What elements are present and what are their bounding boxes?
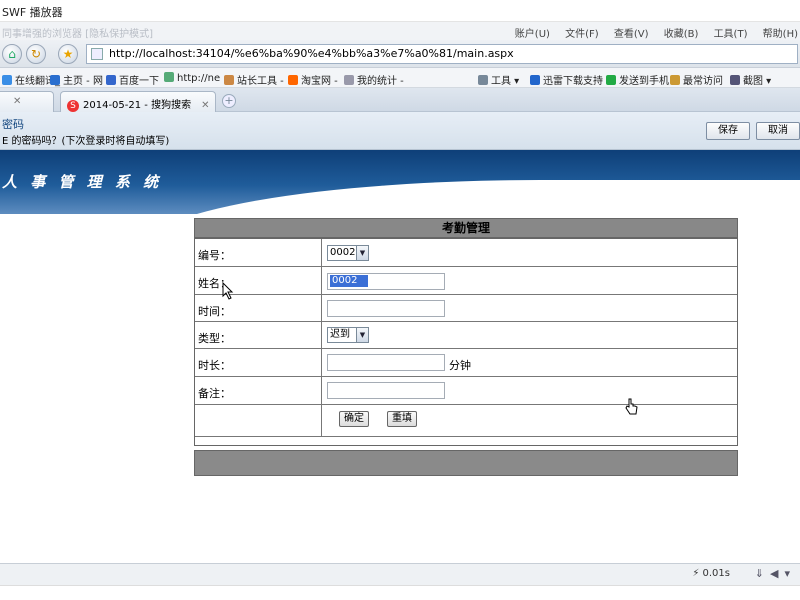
type-select[interactable]: 迟到 ▼ (327, 327, 369, 343)
form-row-name: 姓名： 0002 (195, 267, 737, 295)
duration-unit: 分钟 (449, 359, 471, 372)
page-icon (91, 48, 103, 60)
home-icon[interactable]: ⌂ (2, 44, 22, 64)
name-input[interactable]: 0002 (327, 273, 445, 290)
form-row-time: 时间： (195, 295, 737, 322)
hand-cursor-icon (625, 398, 638, 415)
form-footer (194, 450, 738, 476)
name-input-value: 0002 (330, 275, 368, 287)
sogou-icon (50, 75, 60, 85)
close-icon[interactable]: ✕ (13, 96, 21, 107)
password-save-bar: 密码 E 的密码吗？(下次登录时将自动填写) 保存 取消 (0, 112, 800, 150)
phone-icon (606, 75, 616, 85)
address-bar[interactable]: http://localhost:34104/%e6%ba%90%e4%bb%a… (86, 44, 798, 64)
system-title: 人 事 管 理 系 统 (2, 173, 163, 191)
id-label: 编号： (198, 249, 231, 262)
password-bar-message: E 的密码吗？(下次登录时将自动填写) (2, 136, 170, 147)
duration-input[interactable] (327, 354, 445, 371)
stats-icon (344, 75, 354, 85)
status-bar: ⚡ 0.01s ⇓◀▾ (0, 563, 800, 585)
new-tab-icon[interactable]: + (222, 94, 236, 108)
fav-item-2[interactable]: 百度一下 (106, 72, 159, 87)
thunder-icon (530, 75, 540, 85)
sogou-icon: S (67, 100, 79, 112)
menu-bar: 同事增强的浏览器 [隐私保护模式] 账户(U) 文件(F) 查看(V) 收藏(B… (0, 22, 800, 40)
page-banner: 人 事 管 理 系 统 (0, 150, 800, 214)
fav-item-3[interactable]: http://ne (164, 72, 220, 84)
taobao-icon (288, 75, 298, 85)
type-label: 类型： (198, 332, 231, 345)
mouse-cursor-icon (222, 282, 234, 300)
status-icons: ⇓◀▾ (755, 567, 796, 580)
frequent-icon (670, 75, 680, 85)
fav-item-10[interactable]: 最常访问 (670, 72, 723, 87)
fav-item-5[interactable]: 淘宝网 - (288, 72, 338, 87)
duration-label: 时长： (198, 359, 231, 372)
chevron-down-icon[interactable]: ▼ (356, 328, 368, 342)
taskbar-strip (0, 585, 800, 600)
menu-help[interactable]: 帮助(H) (763, 29, 798, 40)
baidu-icon (106, 75, 116, 85)
menu-tools[interactable]: 工具(T) (714, 29, 748, 40)
form-row-id: 编号： 0002 ▼ (195, 239, 737, 267)
refresh-icon[interactable]: ↻ (26, 44, 46, 64)
remark-input[interactable] (327, 382, 445, 399)
fav-item-1[interactable]: 主页 - 网 (50, 72, 103, 87)
form-row-remark: 备注： (195, 377, 737, 405)
tab-bar: ✕ S 2014-05-21 - 搜狗搜索 ✕ + (0, 88, 800, 112)
menu-favorites[interactable]: 收藏(B) (664, 29, 699, 40)
remark-label: 备注： (198, 387, 231, 400)
form-row-type: 类型： 迟到 ▼ (195, 322, 737, 349)
page-content: 考勤管理 编号： 0002 ▼ 姓名： 0002 时间： 类型： 迟到 ▼ 时长… (0, 214, 800, 564)
reset-button[interactable]: 重填 (387, 411, 417, 427)
screenshot-icon (730, 75, 740, 85)
fav-item-8[interactable]: 迅雷下载支持 (530, 72, 603, 87)
menu-view[interactable]: 查看(V) (614, 29, 649, 40)
fav-item-11[interactable]: 截图 ▾ (730, 72, 771, 87)
menu-file[interactable]: 文件(F) (565, 29, 599, 40)
banner-curve (140, 180, 800, 214)
fav-item-9[interactable]: 发送到手机 (606, 72, 669, 87)
window-title-bar: SWF 播放器 (0, 0, 800, 22)
favorite-star-icon[interactable]: ★ (58, 44, 78, 64)
load-time: ⚡ 0.01s (692, 568, 730, 579)
chart-icon (164, 72, 174, 82)
chevron-down-icon[interactable]: ▼ (356, 246, 368, 260)
fav-item-7[interactable]: 工具 ▾ (478, 72, 519, 87)
time-input[interactable] (327, 300, 445, 317)
favorites-bar: 在线翻译_ 主页 - 网 百度一下 http://ne 站长工具 - 淘宝网 -… (0, 68, 800, 88)
save-password-button[interactable]: 保存 (706, 122, 750, 140)
cancel-password-button[interactable]: 取消 (756, 122, 800, 140)
tab-sogou-search[interactable]: S 2014-05-21 - 搜狗搜索 ✕ (60, 91, 216, 112)
time-label: 时间： (198, 305, 231, 318)
tools-icon (224, 75, 234, 85)
faded-status-text: 同事增强的浏览器 [隐私保护模式] (2, 29, 153, 40)
speaker-icon[interactable]: ◀ (770, 567, 784, 580)
tab-current[interactable]: ✕ (0, 91, 54, 112)
attendance-form: 编号： 0002 ▼ 姓名： 0002 时间： 类型： 迟到 ▼ 时长： 分钟 … (194, 238, 738, 446)
fav-item-6[interactable]: 我的统计 - (344, 72, 404, 87)
gear-icon (478, 75, 488, 85)
translate-icon (2, 75, 12, 85)
fav-item-4[interactable]: 站长工具 - (224, 72, 284, 87)
menu-account[interactable]: 账户(U) (515, 29, 550, 40)
download-icon[interactable]: ⇓ (755, 567, 770, 580)
confirm-button[interactable]: 确定 (339, 411, 369, 427)
menu-list: 账户(U) 文件(F) 查看(V) 收藏(B) 工具(T) 帮助(H) (503, 25, 798, 40)
id-select[interactable]: 0002 ▼ (327, 245, 369, 261)
zoom-icon[interactable]: ▾ (784, 567, 796, 580)
password-bar-title: 密码 (2, 118, 24, 131)
window-title: SWF 播放器 (2, 6, 63, 19)
form-title: 考勤管理 (194, 218, 738, 238)
navigation-bar: ⌂ ↻ ★ http://localhost:34104/%e6%ba%90%e… (0, 40, 800, 68)
form-row-duration: 时长： 分钟 (195, 349, 737, 377)
form-row-actions: 确定 重填 (195, 405, 737, 437)
close-icon[interactable]: ✕ (201, 100, 209, 111)
address-url[interactable]: http://localhost:34104/%e6%ba%90%e4%bb%a… (109, 47, 514, 60)
